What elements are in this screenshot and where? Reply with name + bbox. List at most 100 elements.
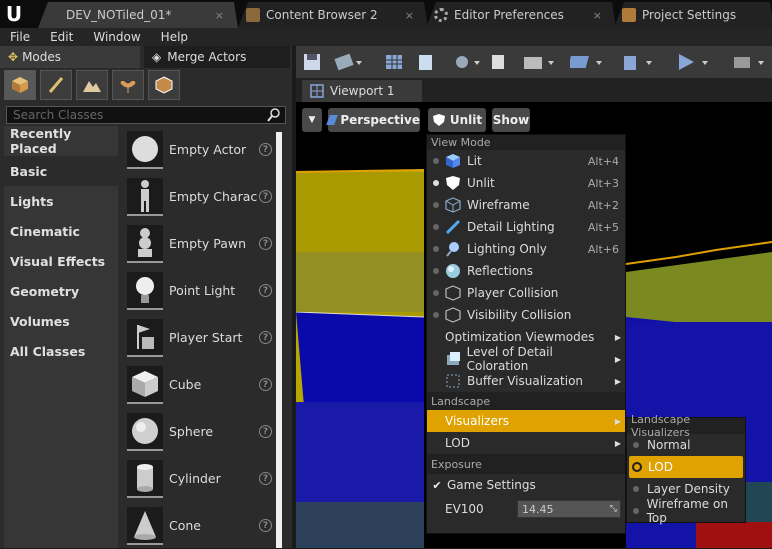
menu-file[interactable]: File: [0, 30, 40, 44]
category-basic[interactable]: Basic: [4, 156, 118, 186]
content-button[interactable]: [384, 50, 406, 74]
menu-item-visibility-collision[interactable]: Visibility Collision: [427, 304, 625, 326]
menu-item-label: Visibility Collision: [467, 308, 572, 322]
save-button[interactable]: [302, 50, 322, 74]
geometry-mode-button[interactable]: [148, 70, 180, 100]
menu-item-lod[interactable]: LOD ▶: [427, 432, 625, 454]
settings-button[interactable]: [452, 50, 482, 74]
tab-viewport-1[interactable]: Viewport 1: [302, 80, 422, 102]
help-icon[interactable]: ?: [259, 378, 272, 391]
landscape-mode-button[interactable]: [76, 70, 108, 100]
play-button[interactable]: [676, 50, 710, 74]
class-item-empty-pawn[interactable]: Empty Pawn ?: [122, 220, 278, 267]
tab-modes[interactable]: ✥ Modes: [0, 46, 140, 68]
class-item-cylinder[interactable]: Cylinder ?: [122, 455, 278, 502]
help-icon[interactable]: ?: [259, 425, 272, 438]
menu-item-player-collision[interactable]: Player Collision: [427, 282, 625, 304]
doc-tab-level[interactable]: DEV_NOTiled_01* ×: [38, 2, 238, 28]
cinematics-button[interactable]: [522, 50, 556, 74]
submenu-arrow-icon: ▶: [614, 376, 621, 386]
visualizer-lod[interactable]: LOD: [629, 456, 743, 478]
menu-item-label: Optimization Viewmodes: [445, 330, 595, 344]
class-item-cube[interactable]: Cube ?: [122, 361, 278, 408]
submenu-arrow-icon: ▶: [614, 354, 621, 364]
category-visual-effects[interactable]: Visual Effects: [4, 246, 118, 276]
doc-tab-project-settings[interactable]: Project Settings: [614, 2, 772, 28]
menu-item-lit[interactable]: Lit Alt+4: [427, 150, 625, 172]
compile-button[interactable]: [620, 50, 654, 74]
class-item-point-light[interactable]: Point Light ?: [122, 267, 278, 314]
play-icon: [679, 54, 708, 70]
lit-cube-icon: [446, 154, 460, 168]
help-icon[interactable]: ?: [259, 284, 272, 297]
category-volumes[interactable]: Volumes: [4, 306, 118, 336]
menu-item-label: Level of Detail Coloration: [466, 345, 553, 373]
close-icon[interactable]: ×: [405, 9, 414, 22]
search-input[interactable]: Search Classes: [6, 106, 286, 124]
blueprints-button[interactable]: [488, 50, 510, 74]
menu-item-reflections[interactable]: Reflections: [427, 260, 625, 282]
class-item-empty-character[interactable]: Empty Charac ?: [122, 173, 278, 220]
menu-item-buffer-visualization[interactable]: Buffer Visualization ▶: [427, 370, 625, 392]
show-button[interactable]: Show: [492, 108, 530, 132]
viewport-options-button[interactable]: ▼: [302, 108, 322, 132]
search-icon[interactable]: [267, 108, 281, 122]
category-cinematic[interactable]: Cinematic: [4, 216, 118, 246]
view-mode-menu: View Mode Lit Alt+4 Unlit Alt+3 Wirefram…: [426, 134, 626, 534]
class-item-empty-actor[interactable]: Empty Actor ?: [122, 126, 278, 173]
build-button[interactable]: [570, 50, 604, 74]
help-icon[interactable]: ?: [259, 472, 272, 485]
marketplace-icon: [419, 55, 432, 70]
class-item-cone[interactable]: Cone ?: [122, 502, 278, 549]
player-start-thumbnail: [127, 318, 163, 357]
close-icon[interactable]: ×: [215, 9, 224, 22]
menu-item-lod-coloration[interactable]: Level of Detail Coloration ▶: [427, 345, 625, 373]
exposure-header: Exposure: [427, 454, 625, 474]
ev100-spinbox[interactable]: 14.45 ⤡: [517, 500, 621, 518]
category-recently-placed[interactable]: Recently Placed: [4, 126, 118, 156]
checkbox-checked-icon[interactable]: ✔: [431, 479, 443, 492]
menu-item-label: Detail Lighting: [467, 220, 555, 234]
class-item-sphere[interactable]: Sphere ?: [122, 408, 278, 455]
menu-item-visualizers[interactable]: Visualizers ▶: [427, 410, 625, 432]
category-all-classes[interactable]: All Classes: [4, 336, 118, 366]
place-mode-button[interactable]: [4, 70, 36, 100]
paint-mode-button[interactable]: [40, 70, 72, 100]
level-toolbar: [296, 46, 772, 78]
menu-item-lighting-only[interactable]: Lighting Only Alt+6: [427, 238, 625, 260]
doc-tab-content-browser[interactable]: Content Browser 2 ×: [238, 2, 428, 28]
menu-item-detail-lighting[interactable]: Detail Lighting Alt+5: [427, 216, 625, 238]
help-icon[interactable]: ?: [259, 331, 272, 344]
resize-grip-icon: ⤡: [609, 504, 617, 514]
doc-tab-editor-preferences[interactable]: Editor Preferences ×: [426, 2, 616, 28]
help-icon[interactable]: ?: [259, 190, 272, 203]
landscape-visualizers-submenu: Landscape Visualizers Normal LOD Layer D…: [626, 413, 746, 525]
menu-item-wireframe[interactable]: Wireframe Alt+2: [427, 194, 625, 216]
menu-item-game-settings[interactable]: ✔ Game Settings: [427, 474, 625, 496]
help-icon[interactable]: ?: [259, 143, 272, 156]
tab-merge-actors[interactable]: ◈ Merge Actors: [144, 46, 290, 68]
unreal-logo[interactable]: U: [0, 0, 28, 28]
help-icon[interactable]: ?: [259, 519, 272, 532]
menu-edit[interactable]: Edit: [40, 30, 83, 44]
foliage-mode-button[interactable]: [112, 70, 144, 100]
help-icon[interactable]: ?: [259, 237, 272, 250]
view-mode-button[interactable]: Unlit: [428, 108, 486, 132]
perspective-button[interactable]: Perspective: [326, 108, 420, 132]
menu-item-label: Lighting Only: [467, 242, 547, 256]
class-list-scrollbar[interactable]: [276, 132, 282, 548]
menu-window[interactable]: Window: [83, 30, 150, 44]
close-icon[interactable]: ×: [593, 9, 602, 22]
chevron-down-icon: ▼: [308, 115, 316, 125]
class-item-player-start[interactable]: Player Start ?: [122, 314, 278, 361]
menu-help[interactable]: Help: [151, 30, 198, 44]
viewport-tab-label: Viewport 1: [330, 84, 395, 98]
source-control-button[interactable]: [334, 50, 364, 74]
launch-button[interactable]: [732, 50, 766, 74]
category-geometry[interactable]: Geometry: [4, 276, 118, 306]
category-lights[interactable]: Lights: [4, 186, 118, 216]
marketplace-button[interactable]: [416, 50, 436, 74]
visualizer-wireframe-on-top[interactable]: Wireframe on Top: [627, 497, 745, 525]
menu-item-unlit[interactable]: Unlit Alt+3: [427, 172, 625, 194]
visibility-collision-icon: [445, 307, 461, 323]
